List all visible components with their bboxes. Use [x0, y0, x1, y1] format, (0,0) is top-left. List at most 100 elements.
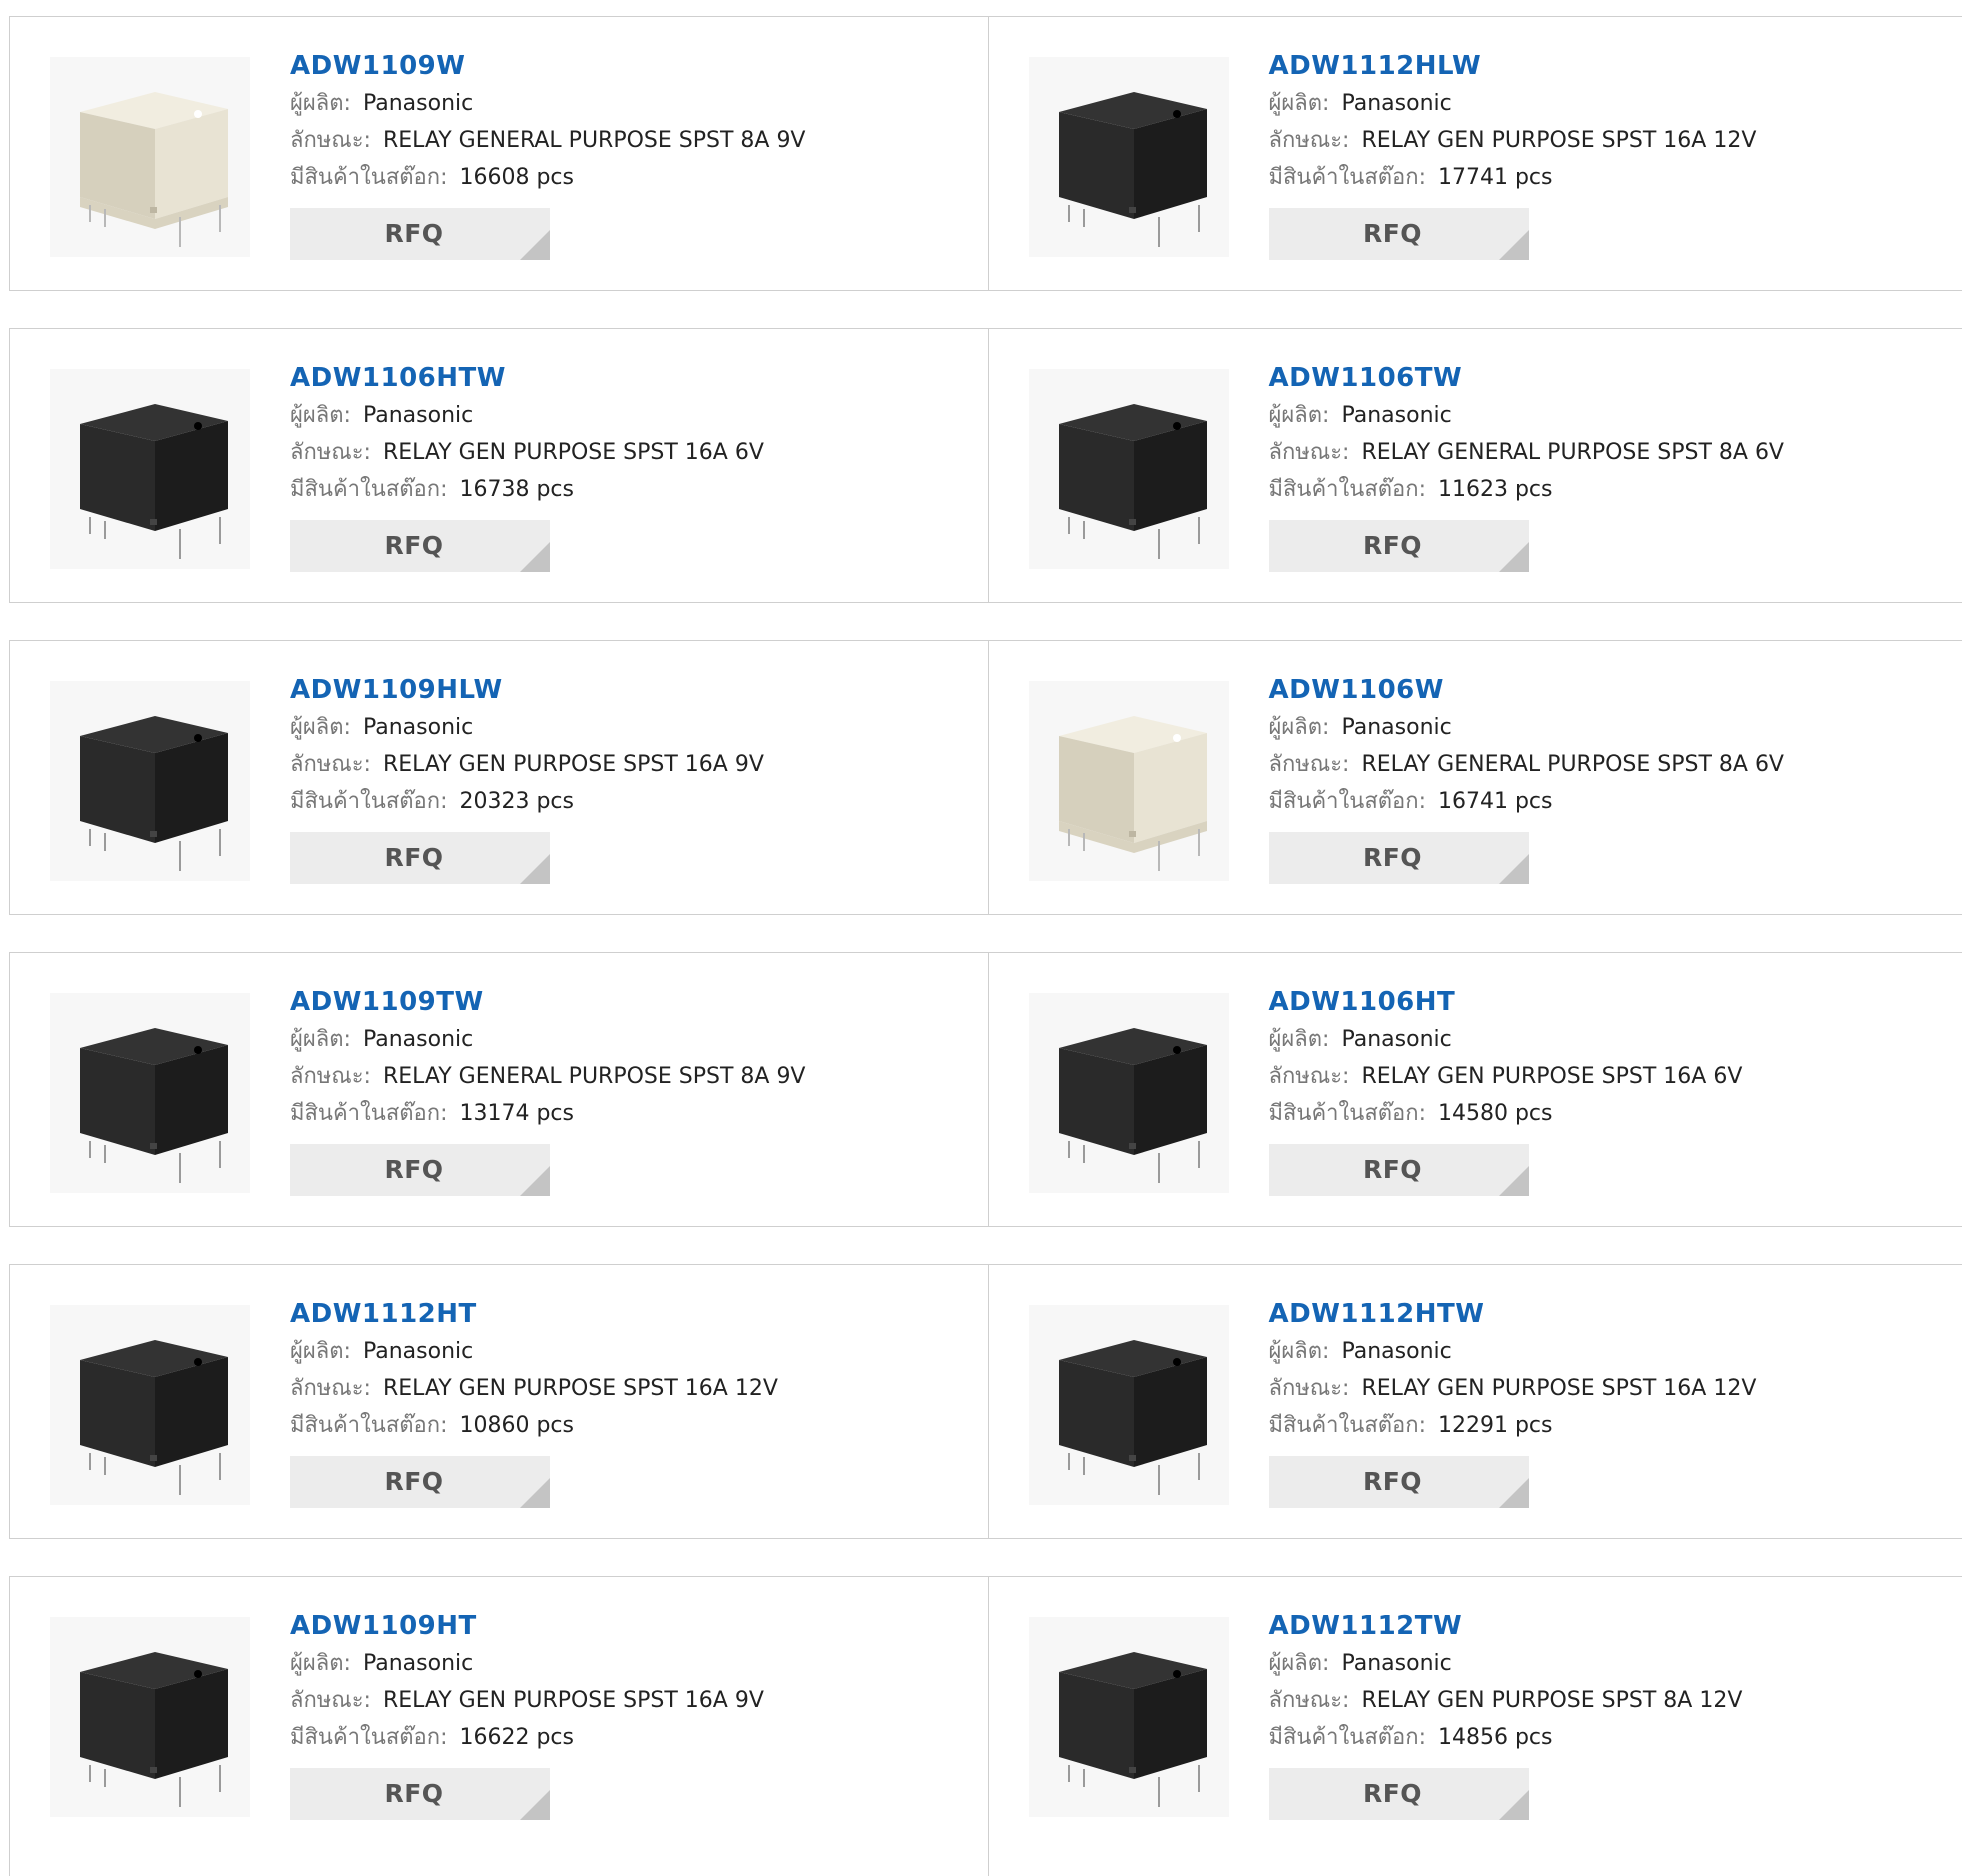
manufacturer-label: ผู้ผลิต: [1269, 715, 1330, 740]
part-number-link[interactable]: ADW1106W [1269, 671, 1943, 709]
stock-value: 10860 pcs [459, 1413, 574, 1438]
stock-value: 17741 pcs [1438, 165, 1553, 190]
manufacturer-label: ผู้ผลิต: [290, 91, 351, 116]
rfq-button[interactable]: RFQ [1269, 1456, 1529, 1508]
rfq-button[interactable]: RFQ [1269, 208, 1529, 260]
product-info: ADW1109HT ผู้ผลิต:Panasonic ลักษณะ:RELAY… [290, 1607, 968, 1820]
manufacturer-line: ผู้ผลิต:Panasonic [290, 1333, 968, 1370]
part-number-link[interactable]: ADW1109W [290, 47, 968, 85]
stock-value: 14856 pcs [1438, 1725, 1553, 1750]
part-number-link[interactable]: ADW1112HT [290, 1295, 968, 1333]
stock-value: 14580 pcs [1438, 1101, 1553, 1126]
product-info: ADW1112HTW ผู้ผลิต:Panasonic ลักษณะ:RELA… [1269, 1295, 1943, 1508]
rfq-button-label: RFQ [1363, 1467, 1422, 1496]
rfq-corner-decoration [520, 1478, 550, 1508]
part-number-link[interactable]: ADW1109HLW [290, 671, 968, 709]
stock-value: 16741 pcs [1438, 789, 1553, 814]
description-label: ลักษณะ: [290, 1688, 371, 1713]
product-image[interactable] [50, 57, 250, 257]
stock-label: มีสินค้าในสต๊อก: [1269, 789, 1426, 814]
product-card: ADW1112HLW ผู้ผลิต:Panasonic ลักษณะ:RELA… [988, 17, 1962, 290]
manufacturer-value: Panasonic [1341, 715, 1451, 740]
stock-value: 16738 pcs [459, 477, 574, 502]
product-image[interactable] [50, 993, 250, 1193]
rfq-button[interactable]: RFQ [1269, 832, 1529, 884]
description-line: ลักษณะ:RELAY GENERAL PURPOSE SPST 8A 6V [1269, 746, 1943, 783]
part-number-link[interactable]: ADW1112HTW [1269, 1295, 1943, 1333]
product-image[interactable] [1029, 993, 1229, 1193]
part-number-link[interactable]: ADW1106HT [1269, 983, 1943, 1021]
rfq-button[interactable]: RFQ [290, 832, 550, 884]
rfq-corner-decoration [1499, 1166, 1529, 1196]
product-info: ADW1106TW ผู้ผลิต:Panasonic ลักษณะ:RELAY… [1269, 359, 1943, 572]
product-row: ADW1106HTW ผู้ผลิต:Panasonic ลักษณะ:RELA… [9, 328, 1962, 603]
manufacturer-label: ผู้ผลิต: [1269, 403, 1330, 428]
rfq-button-label: RFQ [384, 1779, 443, 1808]
stock-label: มีสินค้าในสต๊อก: [290, 1725, 447, 1750]
product-image[interactable] [1029, 369, 1229, 569]
stock-value: 20323 pcs [459, 789, 574, 814]
part-number-link[interactable]: ADW1109HT [290, 1607, 968, 1645]
description-value: RELAY GENERAL PURPOSE SPST 8A 6V [1361, 440, 1784, 465]
part-number-link[interactable]: ADW1106TW [1269, 359, 1943, 397]
rfq-button[interactable]: RFQ [1269, 1144, 1529, 1196]
product-image[interactable] [1029, 1305, 1229, 1505]
stock-line: มีสินค้าในสต๊อก:17741 pcs [1269, 159, 1943, 196]
product-image[interactable] [50, 681, 250, 881]
description-line: ลักษณะ:RELAY GENERAL PURPOSE SPST 8A 9V [290, 1058, 968, 1095]
manufacturer-line: ผู้ผลิต:Panasonic [1269, 1333, 1943, 1370]
part-number-link[interactable]: ADW1106HTW [290, 359, 968, 397]
rfq-button[interactable]: RFQ [290, 1144, 550, 1196]
stock-value: 13174 pcs [459, 1101, 574, 1126]
product-image[interactable] [50, 1617, 250, 1817]
part-number-link[interactable]: ADW1112HLW [1269, 47, 1943, 85]
rfq-button[interactable]: RFQ [1269, 520, 1529, 572]
relay-white-icon [50, 57, 250, 257]
manufacturer-value: Panasonic [1341, 1339, 1451, 1364]
part-number-link[interactable]: ADW1112TW [1269, 1607, 1943, 1645]
product-image[interactable] [1029, 681, 1229, 881]
part-number-link[interactable]: ADW1109TW [290, 983, 968, 1021]
stock-label: มีสินค้าในสต๊อก: [1269, 1725, 1426, 1750]
product-grid: ADW1109W ผู้ผลิต:Panasonic ลักษณะ:RELAY … [9, 16, 1962, 1876]
rfq-button[interactable]: RFQ [290, 208, 550, 260]
stock-line: มีสินค้าในสต๊อก: 16741 pcs [1269, 783, 1943, 820]
rfq-corner-decoration [1499, 230, 1529, 260]
product-image[interactable] [50, 369, 250, 569]
manufacturer-value: Panasonic [1341, 1651, 1451, 1676]
description-value: RELAY GENERAL PURPOSE SPST 8A 9V [383, 128, 806, 153]
stock-value: 16622 pcs [459, 1725, 574, 1750]
rfq-button-label: RFQ [1363, 219, 1422, 248]
manufacturer-label: ผู้ผลิต: [1269, 1027, 1330, 1052]
product-image[interactable] [1029, 57, 1229, 257]
manufacturer-line: ผู้ผลิต:Panasonic [1269, 1645, 1943, 1682]
product-row: ADW1112HT ผู้ผลิต:Panasonic ลักษณะ:RELAY… [9, 1264, 1962, 1539]
description-label: ลักษณะ: [1269, 128, 1350, 153]
rfq-button[interactable]: RFQ [290, 1768, 550, 1820]
rfq-button[interactable]: RFQ [290, 1456, 550, 1508]
description-line: ลักษณะ:RELAY GEN PURPOSE SPST 16A 6V [290, 434, 968, 471]
stock-label: มีสินค้าในสต๊อก: [1269, 1413, 1426, 1438]
manufacturer-line: ผู้ผลิต:Panasonic [1269, 397, 1943, 434]
rfq-button[interactable]: RFQ [290, 520, 550, 572]
manufacturer-line: ผู้ผลิต:Panasonic [1269, 85, 1943, 122]
rfq-button[interactable]: RFQ [1269, 1768, 1529, 1820]
description-line: ลักษณะ: RELAY GEN PURPOSE SPST 16A 9V [290, 1682, 968, 1719]
stock-line: มีสินค้าในสต๊อก:11623 pcs [1269, 471, 1943, 508]
product-card: ADW1109W ผู้ผลิต: Panasonic ลักษณะ: RELAY … [10, 17, 988, 290]
manufacturer-value: Panasonic [1341, 91, 1451, 116]
product-image[interactable] [1029, 1617, 1229, 1817]
description-label: ลักษณะ: [290, 128, 371, 153]
stock-line: มีสินค้าในสต๊อก:13174 pcs [290, 1095, 968, 1132]
product-card: ADW1112HTW ผู้ผลิต:Panasonic ลักษณะ:RELA… [988, 1265, 1962, 1538]
product-image[interactable] [50, 1305, 250, 1505]
rfq-corner-decoration [520, 230, 550, 260]
product-info: ADW1106HT ผู้ผลิต:Panasonic ลักษณะ:RELAY… [1269, 983, 1943, 1196]
product-row: ADW1109HLW ผู้ผลิต: Panasonic ลักษณะ:RELA… [9, 640, 1962, 915]
stock-label: มีสินค้าในสต๊อก: [1269, 1101, 1426, 1126]
description-label: ลักษณะ: [1269, 1376, 1350, 1401]
rfq-corner-decoration [520, 1166, 550, 1196]
manufacturer-line: ผู้ผลิต:Panasonic [290, 1021, 968, 1058]
manufacturer-value: Panasonic [363, 91, 473, 116]
description-value: RELAY GEN PURPOSE SPST 16A 9V [383, 1688, 764, 1713]
